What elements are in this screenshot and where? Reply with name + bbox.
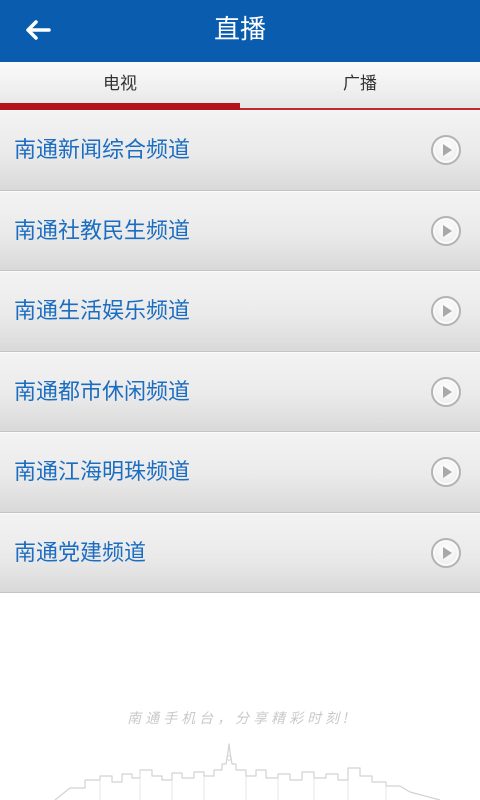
- channel-item[interactable]: 南通江海明珠频道: [0, 432, 480, 513]
- channel-name: 南通生活娱乐频道: [14, 299, 191, 324]
- channel-name: 南通新闻综合频道: [14, 138, 191, 163]
- channel-name: 南通党建频道: [14, 540, 147, 566]
- play-circle-icon[interactable]: [431, 457, 461, 488]
- channel-item[interactable]: 南通生活娱乐频道: [0, 271, 480, 352]
- channel-item[interactable]: 南通党建频道: [0, 512, 480, 593]
- play-circle-icon[interactable]: [431, 376, 461, 407]
- channel-name: 南通社教民生频道: [14, 218, 191, 244]
- arrow-left-icon: [24, 19, 52, 41]
- channel-item[interactable]: 南通都市休闲频道: [0, 351, 480, 432]
- back-button[interactable]: [18, 12, 58, 48]
- app-header: 直播: [0, 0, 480, 62]
- page-title: 直播: [213, 15, 266, 45]
- channel-item[interactable]: 南通社教民生频道: [0, 190, 480, 271]
- play-circle-icon[interactable]: [431, 215, 461, 246]
- channel-list: 南通新闻综合频道 南通社教民生频道 南通生活娱乐频道 南通都市休闲频道 南通江海…: [0, 110, 480, 593]
- channel-name: 南通都市休闲频道: [14, 379, 191, 405]
- city-skyline-graphic: [54, 743, 441, 800]
- play-circle-icon[interactable]: [431, 296, 461, 327]
- channel-item[interactable]: 南通新闻综合频道: [0, 110, 480, 191]
- tab-tv[interactable]: 电视: [0, 62, 240, 110]
- play-circle-icon[interactable]: [431, 135, 461, 166]
- play-circle-icon[interactable]: [431, 537, 461, 568]
- channel-name: 南通江海明珠频道: [14, 460, 191, 485]
- tab-bar: 电视 广播: [0, 62, 480, 110]
- footer-slogan: 南通手机台，分享精彩时刻!: [127, 711, 353, 727]
- tab-radio[interactable]: 广播: [240, 62, 480, 110]
